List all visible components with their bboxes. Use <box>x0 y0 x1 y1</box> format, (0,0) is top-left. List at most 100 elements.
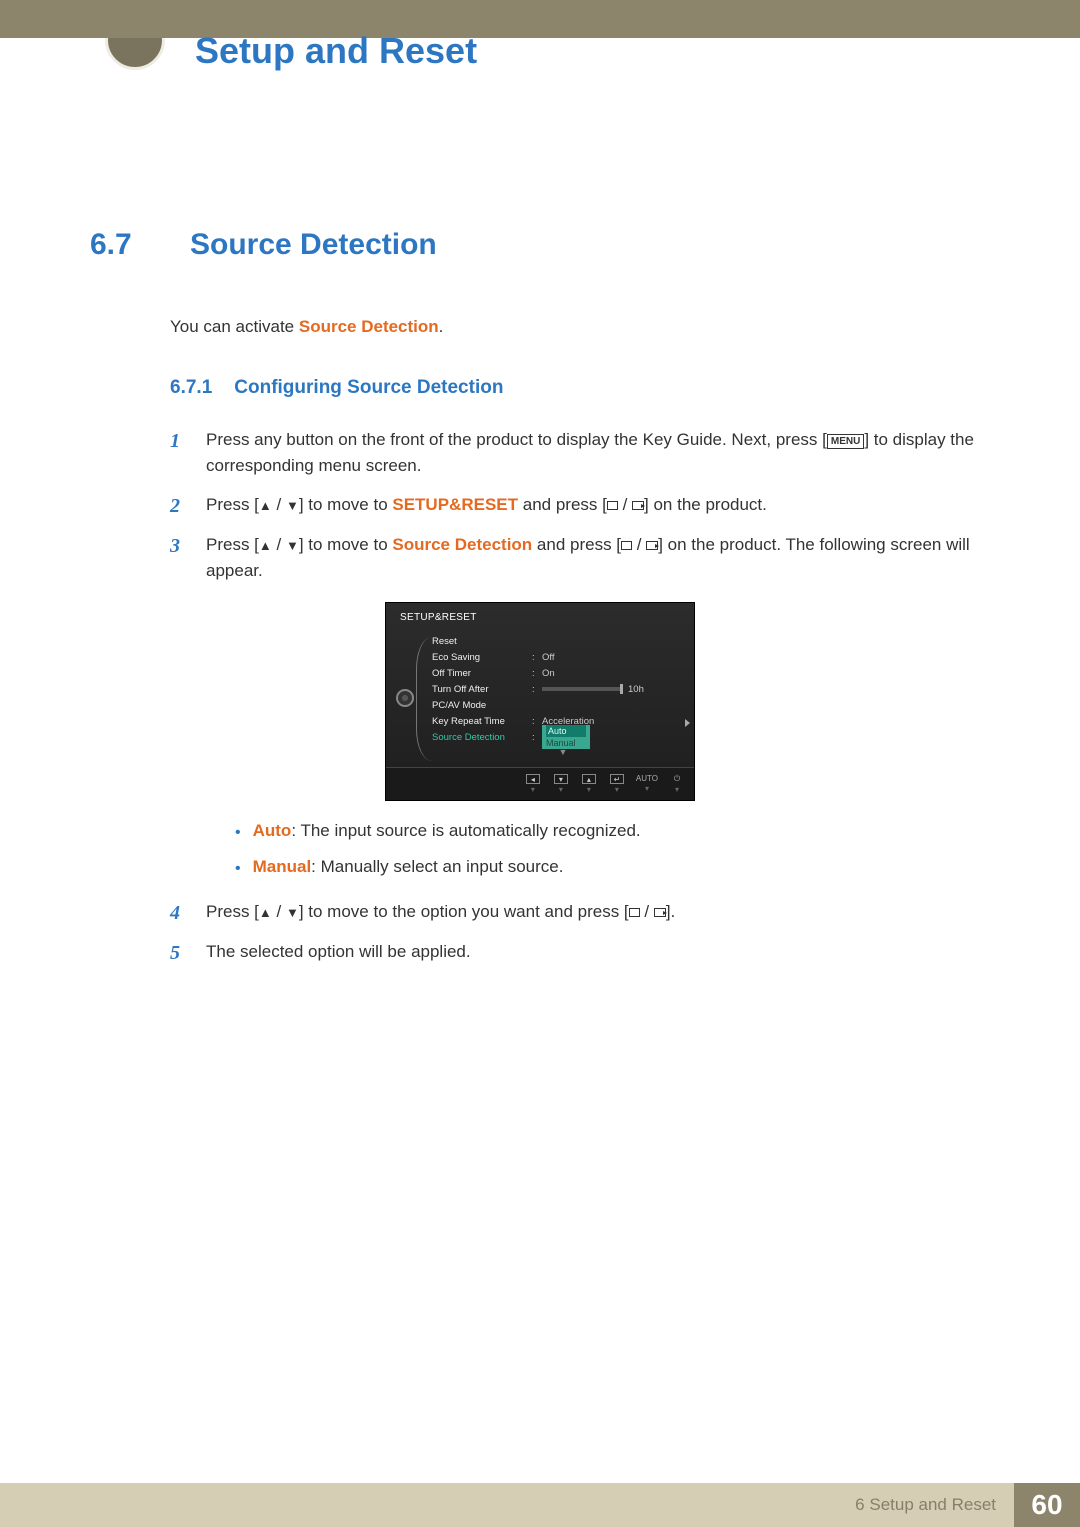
bullet-highlight: Manual <box>253 857 312 876</box>
osd-row-source-detection: Source Detection: Auto Manual <box>432 729 694 745</box>
slider-icon <box>542 687 622 691</box>
osd-footer-left: ◂▾ <box>524 774 542 794</box>
step-2: 2 Press [▲ / ▼] to move to SETUP&RESET a… <box>170 492 990 520</box>
osd-value: On <box>542 668 555 679</box>
step-number: 4 <box>170 899 188 927</box>
colon: : <box>532 652 542 663</box>
dn: ▾ <box>587 786 591 794</box>
osd-value: Off <box>542 652 555 663</box>
step-number: 1 <box>170 427 188 455</box>
osd-row-offtimer: Off Timer:On <box>432 665 694 681</box>
enter-icon: ↵ <box>610 774 624 784</box>
step-body: Press [▲ / ▼] to move to the option you … <box>206 899 990 925</box>
bullet-body: Manual: Manually select an input source. <box>253 857 564 877</box>
step-body: The selected option will be applied. <box>206 939 990 965</box>
t: ] to move to <box>299 495 393 514</box>
osd-dropdown-selected: Auto <box>546 725 586 737</box>
chapter-title: Setup and Reset <box>195 30 477 72</box>
select-icon <box>621 541 632 550</box>
section-title: Source Detection <box>190 228 437 262</box>
select-icon <box>607 501 618 510</box>
t: Press [ <box>206 902 259 921</box>
bullet-list: • Auto: The input source is automaticall… <box>235 821 990 881</box>
select-icon <box>629 908 640 917</box>
osd-footer-up: ▴▾ <box>580 774 598 794</box>
colon: : <box>532 668 542 679</box>
colon: : <box>532 732 542 743</box>
step2-highlight: SETUP&RESET <box>392 495 518 514</box>
osd-label: PC/AV Mode <box>432 700 532 711</box>
dn: ▾ <box>559 786 563 794</box>
osd-label-highlighted: Source Detection <box>432 732 532 743</box>
intro-pre: You can activate <box>170 317 299 336</box>
up-arrow-icon: ▲ <box>259 538 272 553</box>
bullet-text: : Manually select an input source. <box>311 857 563 876</box>
osd-screenshot: SETUP&RESET Reset Eco Saving:Off Off Tim… <box>385 602 695 801</box>
dn: ▾ <box>615 786 619 794</box>
bullet-body: Auto: The input source is automatically … <box>253 821 641 841</box>
intro-text: You can activate Source Detection. <box>170 317 990 337</box>
osd-value: 10h <box>628 684 644 695</box>
step-4: 4 Press [▲ / ▼] to move to the option yo… <box>170 899 990 927</box>
right-arrow-icon <box>685 719 690 727</box>
step-3: 3 Press [▲ / ▼] to move to Source Detect… <box>170 532 990 585</box>
menu-key-icon: MENU <box>827 434 864 449</box>
t: ] to move to <box>299 535 393 554</box>
osd-label: Reset <box>432 636 532 647</box>
dn: ▾ <box>645 785 649 793</box>
colon: : <box>532 716 542 727</box>
power-icon: ⏻ <box>674 774 680 784</box>
osd-footer-auto: AUTO ▾ <box>636 774 658 794</box>
step-number: 5 <box>170 939 188 967</box>
t: and press [ <box>518 495 607 514</box>
down-icon: ▾ <box>554 774 568 784</box>
header-bar <box>0 0 1080 38</box>
down-arrow-icon: ▼ <box>286 538 299 553</box>
intro-highlight: Source Detection <box>299 317 439 336</box>
osd-title: SETUP&RESET <box>386 609 694 633</box>
step-1: 1 Press any button on the front of the p… <box>170 427 990 480</box>
footer-chapter-label: 6 Setup and Reset <box>0 1483 1014 1527</box>
bullet-dot-icon: • <box>235 857 241 881</box>
osd-row-pcav: PC/AV Mode <box>432 697 694 713</box>
step-number: 3 <box>170 532 188 560</box>
osd-footer-power: ⏻▾ <box>668 774 686 794</box>
up-arrow-icon: ▲ <box>259 498 272 513</box>
t: ] on the product. <box>644 495 767 514</box>
page-footer: 6 Setup and Reset 60 <box>0 1483 1080 1527</box>
dn: ▾ <box>531 786 535 794</box>
osd-row-reset: Reset <box>432 633 694 649</box>
t: ]. <box>666 902 675 921</box>
osd-scroll-down-icon: ▼ <box>432 747 694 757</box>
section-heading: 6.7 Source Detection <box>90 228 990 262</box>
enter-icon <box>632 501 644 510</box>
t: and press [ <box>532 535 621 554</box>
osd-label: Off Timer <box>432 668 532 679</box>
down-arrow-icon: ▼ <box>286 498 299 513</box>
osd-row-turnoff: Turn Off After:10h <box>432 681 694 697</box>
enter-icon <box>646 541 658 550</box>
step-body: Press any button on the front of the pro… <box>206 427 990 480</box>
osd-footer-down: ▾▾ <box>552 774 570 794</box>
down-arrow-icon: ▼ <box>286 905 299 920</box>
left-icon: ◂ <box>526 774 540 784</box>
t: ] to move to the option you want and pre… <box>299 902 629 921</box>
dn: ▾ <box>675 786 679 794</box>
step3-highlight: Source Detection <box>392 535 532 554</box>
step-number: 2 <box>170 492 188 520</box>
osd-row-eco: Eco Saving:Off <box>432 649 694 665</box>
bullet-dot-icon: • <box>235 821 241 845</box>
subsection-title: Configuring Source Detection <box>234 377 503 399</box>
osd-label: Key Repeat Time <box>432 716 532 727</box>
gear-icon <box>396 689 414 707</box>
auto-label: AUTO <box>636 774 658 783</box>
step-body: Press [▲ / ▼] to move to Source Detectio… <box>206 532 990 585</box>
bullet-text: : The input source is automatically reco… <box>291 821 640 840</box>
osd-footer-enter: ↵▾ <box>608 774 626 794</box>
section-number: 6.7 <box>90 228 155 262</box>
t: Press [ <box>206 535 259 554</box>
subsection-heading: 6.7.1 Configuring Source Detection <box>170 377 990 399</box>
up-arrow-icon: ▲ <box>259 905 272 920</box>
intro-post: . <box>439 317 444 336</box>
osd-label: Turn Off After <box>432 684 532 695</box>
